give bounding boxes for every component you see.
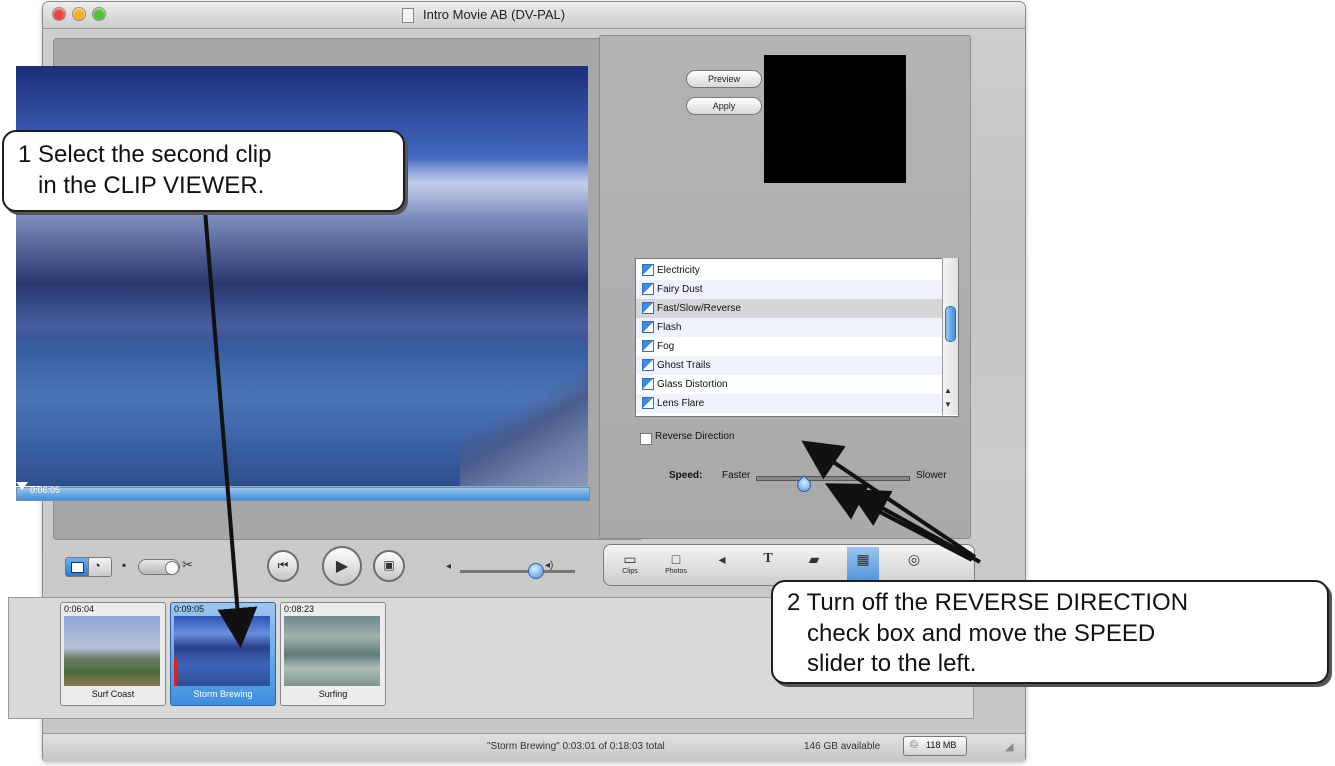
- callout-step-1: 1 Select the second clip in the CLIP VIE…: [2, 130, 405, 212]
- callout-step-2: 2 Turn off the REVERSE DIRECTION check b…: [771, 580, 1329, 684]
- callout-2-line-3: slider to the left.: [807, 650, 977, 678]
- arrow-to-slider: [847, 489, 981, 564]
- arrow-to-checkbox: [801, 440, 977, 559]
- callout-2-line-2: check box and move the SPEED: [807, 619, 1156, 647]
- arrow-to-slider-left: [824, 483, 973, 562]
- callout-2-line-1: 2 Turn off the REVERSE DIRECTION: [787, 589, 1189, 616]
- arrow-to-clip: [203, 209, 258, 648]
- callout-1-line-1: 1 Select the second clip: [18, 141, 272, 168]
- callout-1-line-2: in the CLIP VIEWER.: [38, 171, 265, 199]
